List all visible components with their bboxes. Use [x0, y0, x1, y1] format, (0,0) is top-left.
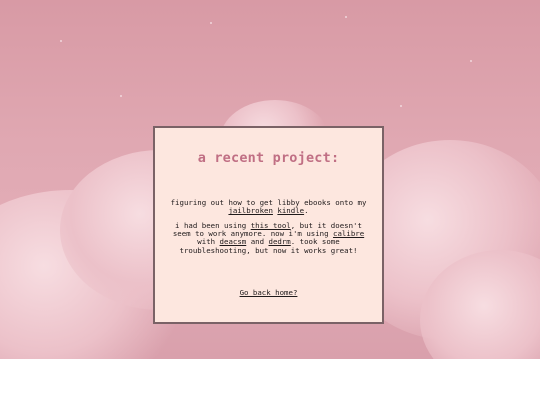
- project-paragraph-1: figuring out how to get libby ebooks ont…: [165, 198, 372, 216]
- star: [345, 16, 347, 18]
- kindle-link[interactable]: kindle: [277, 206, 304, 215]
- star: [210, 22, 212, 24]
- back-home-container: Go back home?: [155, 288, 382, 297]
- paragraph-text: .: [304, 206, 309, 216]
- jailbroken-link[interactable]: jailbroken: [228, 206, 273, 215]
- star: [470, 60, 472, 62]
- card-title: a recent project:: [197, 150, 340, 166]
- project-paragraph-2: i had been using this tool, but it doesn…: [165, 221, 372, 255]
- star: [400, 105, 402, 107]
- star: [60, 40, 62, 42]
- star: [120, 95, 122, 97]
- go-back-home-link[interactable]: Go back home?: [240, 288, 298, 297]
- project-card: a recent project: figuring out how to ge…: [153, 126, 384, 324]
